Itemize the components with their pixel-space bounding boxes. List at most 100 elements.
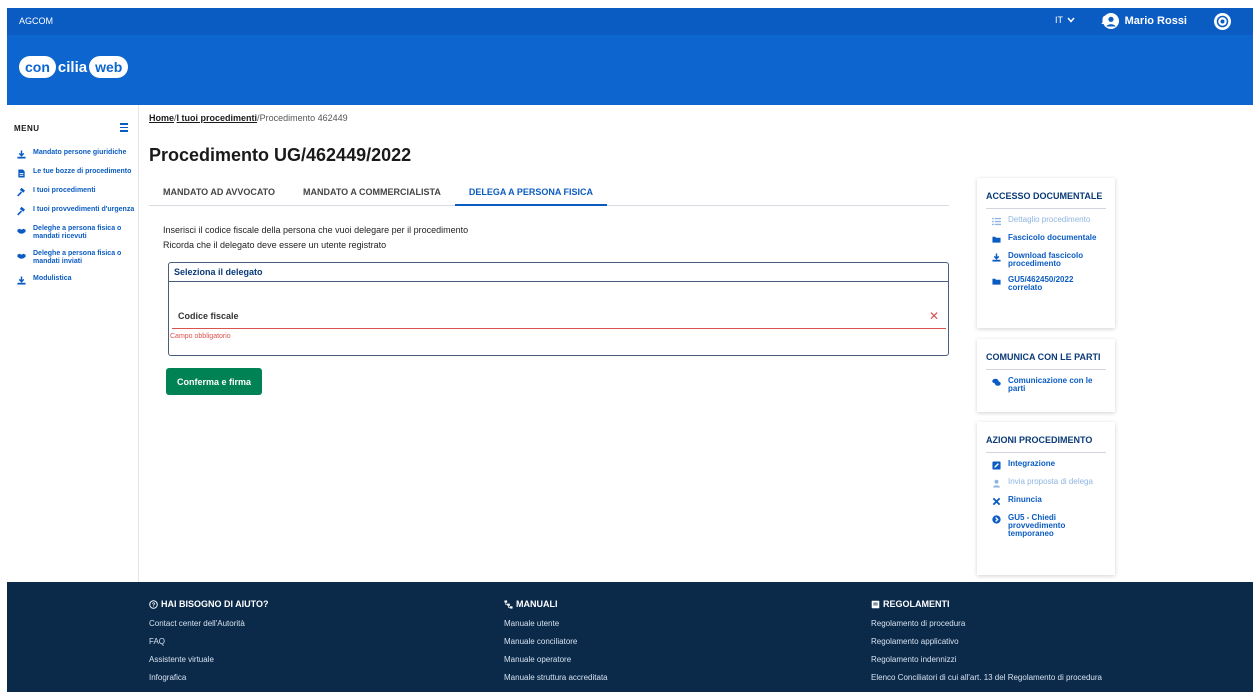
footer-link-user-manual[interactable]: Manuale utente — [504, 619, 608, 628]
instructions: Inserisci il codice fiscale della person… — [163, 223, 468, 253]
breadcrumb-current: Procedimento 462449 — [259, 113, 348, 123]
user-name: Mario Rossi — [1124, 15, 1187, 27]
tab-bar: MANDATO AD AVVOCATO MANDATO A COMMERCIAL… — [149, 180, 949, 206]
logo-part-web: web — [89, 56, 129, 78]
invia-proposta-delega-link[interactable]: Invia proposta di delega — [992, 478, 1106, 488]
sidebar-item-label: I tuoi provvedimenti d'urgenza — [33, 206, 135, 213]
conciliaweb-logo[interactable]: con cilia web — [19, 56, 129, 78]
chat-icon — [992, 378, 1001, 386]
footer-link-operator-manual[interactable]: Manuale operatore — [504, 655, 608, 664]
edit-icon — [992, 461, 1001, 470]
user-menu[interactable]: Mario Rossi — [1102, 13, 1187, 29]
site-header: con cilia web — [7, 35, 1253, 105]
footer-regulations-heading: REGOLAMENTI — [871, 599, 1102, 609]
actions-panel: AZIONI PROCEDIMENTO Integrazione Invia p… — [977, 422, 1115, 575]
codice-fiscale-field[interactable]: Codice fiscale ✕ — [172, 301, 946, 329]
communicate-panel-title: COMUNICA CON LE PARTI — [986, 352, 1106, 370]
download-icon — [17, 150, 26, 159]
footer-help-column: ? HAI BISOGNO DI AIUTO? Contact center d… — [149, 599, 269, 691]
folder-icon — [992, 278, 1001, 285]
sidebar-item-bozze[interactable]: Le tue bozze di procedimento — [17, 168, 137, 178]
sidebar-item-deleghe-ricevute[interactable]: Deleghe a persona fisica o mandati ricev… — [17, 225, 137, 241]
gu5-correlato-label: GU5/462450/2022 correlato — [1008, 275, 1074, 292]
delegate-card-title: Seleziona il delegato — [169, 263, 948, 282]
gavel-icon — [17, 207, 25, 216]
user-icon — [992, 479, 1001, 488]
sidebar-item-label: Deleghe a persona fisica o mandati invia… — [33, 250, 122, 265]
delegate-card: Seleziona il delegato Codice fiscale ✕ C… — [168, 262, 949, 356]
list-icon — [992, 217, 1001, 226]
rinuncia-link[interactable]: Rinuncia — [992, 496, 1106, 506]
instruction-line-1: Inserisci il codice fiscale della person… — [163, 225, 469, 235]
help-circle-icon: ? — [149, 599, 158, 609]
sidebar-item-mandato-persone-giuridiche[interactable]: Mandato persone giuridiche — [17, 149, 137, 159]
sidebar-menu: Mandato persone giuridiche Le tue bozze … — [17, 149, 137, 294]
communication-parties-label: Comunicazione con le parti — [1008, 376, 1093, 393]
sidebar-item-modulistica[interactable]: Modulistica — [17, 275, 137, 285]
book-icon — [871, 600, 880, 608]
footer-regulations-column: REGOLAMENTI Regolamento di procedura Reg… — [871, 599, 1102, 691]
footer-link-contact-center[interactable]: Contact center dell'Autorità — [149, 619, 269, 628]
document-icon — [18, 169, 25, 178]
breadcrumb-procedures-link[interactable]: I tuoi procedimenti — [177, 113, 258, 123]
user-avatar-icon — [1102, 13, 1119, 29]
confirm-sign-button[interactable]: Conferma e firma — [166, 368, 262, 395]
footer-help-title: HAI BISOGNO DI AIUTO? — [161, 599, 269, 609]
menu-title: MENU — [14, 124, 40, 133]
sidebar: MENU Mandato persone giuridiche Le tue b… — [7, 105, 139, 582]
detail-procedure-label: Dettaglio procedimento — [1008, 215, 1091, 224]
agcom-logo-icon — [1214, 13, 1231, 30]
footer-link-applicative-regulation[interactable]: Regolamento applicativo — [871, 637, 1102, 646]
sidebar-item-label: Modulistica — [33, 275, 72, 282]
sidebar-item-label: I tuoi procedimenti — [33, 187, 96, 194]
handshake-icon — [17, 228, 26, 234]
field-error-message: Campo obbligatorio — [170, 333, 231, 340]
logo-part-cilia: cilia — [57, 58, 88, 76]
download-icon — [17, 276, 26, 285]
app-frame: AGCOM IT Mario Rossi con cilia web MENU — [0, 0, 1253, 692]
breadcrumb-home-link[interactable]: Home — [149, 113, 174, 123]
logo-part-con: con — [19, 56, 56, 78]
integrazione-link[interactable]: Integrazione — [992, 460, 1106, 470]
hamburger-icon[interactable] — [120, 123, 128, 132]
page-title: Procedimento UG/462449/2022 — [149, 145, 412, 165]
footer-regulations-title: REGOLAMENTI — [883, 599, 950, 609]
fascicolo-documentale-label: Fascicolo documentale — [1008, 233, 1097, 242]
tab-delega-persona-fisica[interactable]: DELEGA A PERSONA FISICA — [454, 180, 608, 206]
arrow-circle-icon — [992, 515, 1001, 524]
sidebar-item-provvedimenti-urgenza[interactable]: I tuoi provvedimenti d'urgenza — [17, 206, 137, 216]
footer-link-conciliators-list[interactable]: Elenco Conciliatori di cui all'art. 13 d… — [871, 673, 1102, 682]
sidebar-item-procedimenti[interactable]: I tuoi procedimenti — [17, 187, 137, 197]
footer-link-accredited-manual[interactable]: Manuale struttura accreditata — [504, 673, 608, 682]
sitemap-icon — [504, 599, 513, 609]
tab-mandato-avvocato[interactable]: MANDATO AD AVVOCATO — [149, 180, 289, 206]
footer-manuals-title: MANUALI — [516, 599, 558, 609]
detail-procedure-link[interactable]: Dettaglio procedimento — [992, 216, 1106, 226]
download-fascicolo-label: Download fascicolo procedimento — [1008, 251, 1084, 268]
footer-link-indemnity-regulation[interactable]: Regolamento indennizzi — [871, 655, 1102, 664]
footer-manuals-heading: MANUALI — [504, 599, 608, 609]
footer-link-conciliator-manual[interactable]: Manuale conciliatore — [504, 637, 608, 646]
gu5-provvedimento-link[interactable]: GU5 - Chiedi provvedimento temporaneo — [992, 514, 1106, 538]
integrazione-label: Integrazione — [1008, 459, 1056, 468]
documents-panel: ACCESSO DOCUMENTALE Dettaglio procedimen… — [977, 178, 1115, 328]
invia-proposta-delega-label: Invia proposta di delega — [1008, 477, 1093, 486]
instruction-line-2: Ricorda che il delegato deve essere un u… — [163, 240, 387, 250]
sidebar-item-deleghe-inviate[interactable]: Deleghe a persona fisica o mandati invia… — [17, 250, 137, 266]
gu5-correlato-link[interactable]: GU5/462450/2022 correlato — [992, 276, 1106, 292]
chevron-down-icon — [1067, 17, 1075, 23]
top-bar: AGCOM IT Mario Rossi — [7, 8, 1253, 35]
fascicolo-documentale-link[interactable]: Fascicolo documentale — [992, 234, 1106, 244]
download-fascicolo-link[interactable]: Download fascicolo procedimento — [992, 252, 1106, 268]
footer-link-infographic[interactable]: Infografica — [149, 673, 269, 682]
footer-link-procedure-regulation[interactable]: Regolamento di procedura — [871, 619, 1102, 628]
language-label: IT — [1055, 15, 1063, 25]
footer-link-virtual-assistant[interactable]: Assistente virtuale — [149, 655, 269, 664]
agcom-label: AGCOM — [19, 16, 54, 26]
codice-fiscale-label: Codice fiscale — [178, 311, 239, 321]
communication-parties-link[interactable]: Comunicazione con le parti — [992, 377, 1106, 393]
language-selector[interactable]: IT — [1055, 15, 1075, 25]
tab-mandato-commercialista[interactable]: MANDATO A COMMERCIALISTA — [289, 180, 455, 206]
svg-text:?: ? — [152, 602, 156, 608]
footer-link-faq[interactable]: FAQ — [149, 637, 269, 646]
